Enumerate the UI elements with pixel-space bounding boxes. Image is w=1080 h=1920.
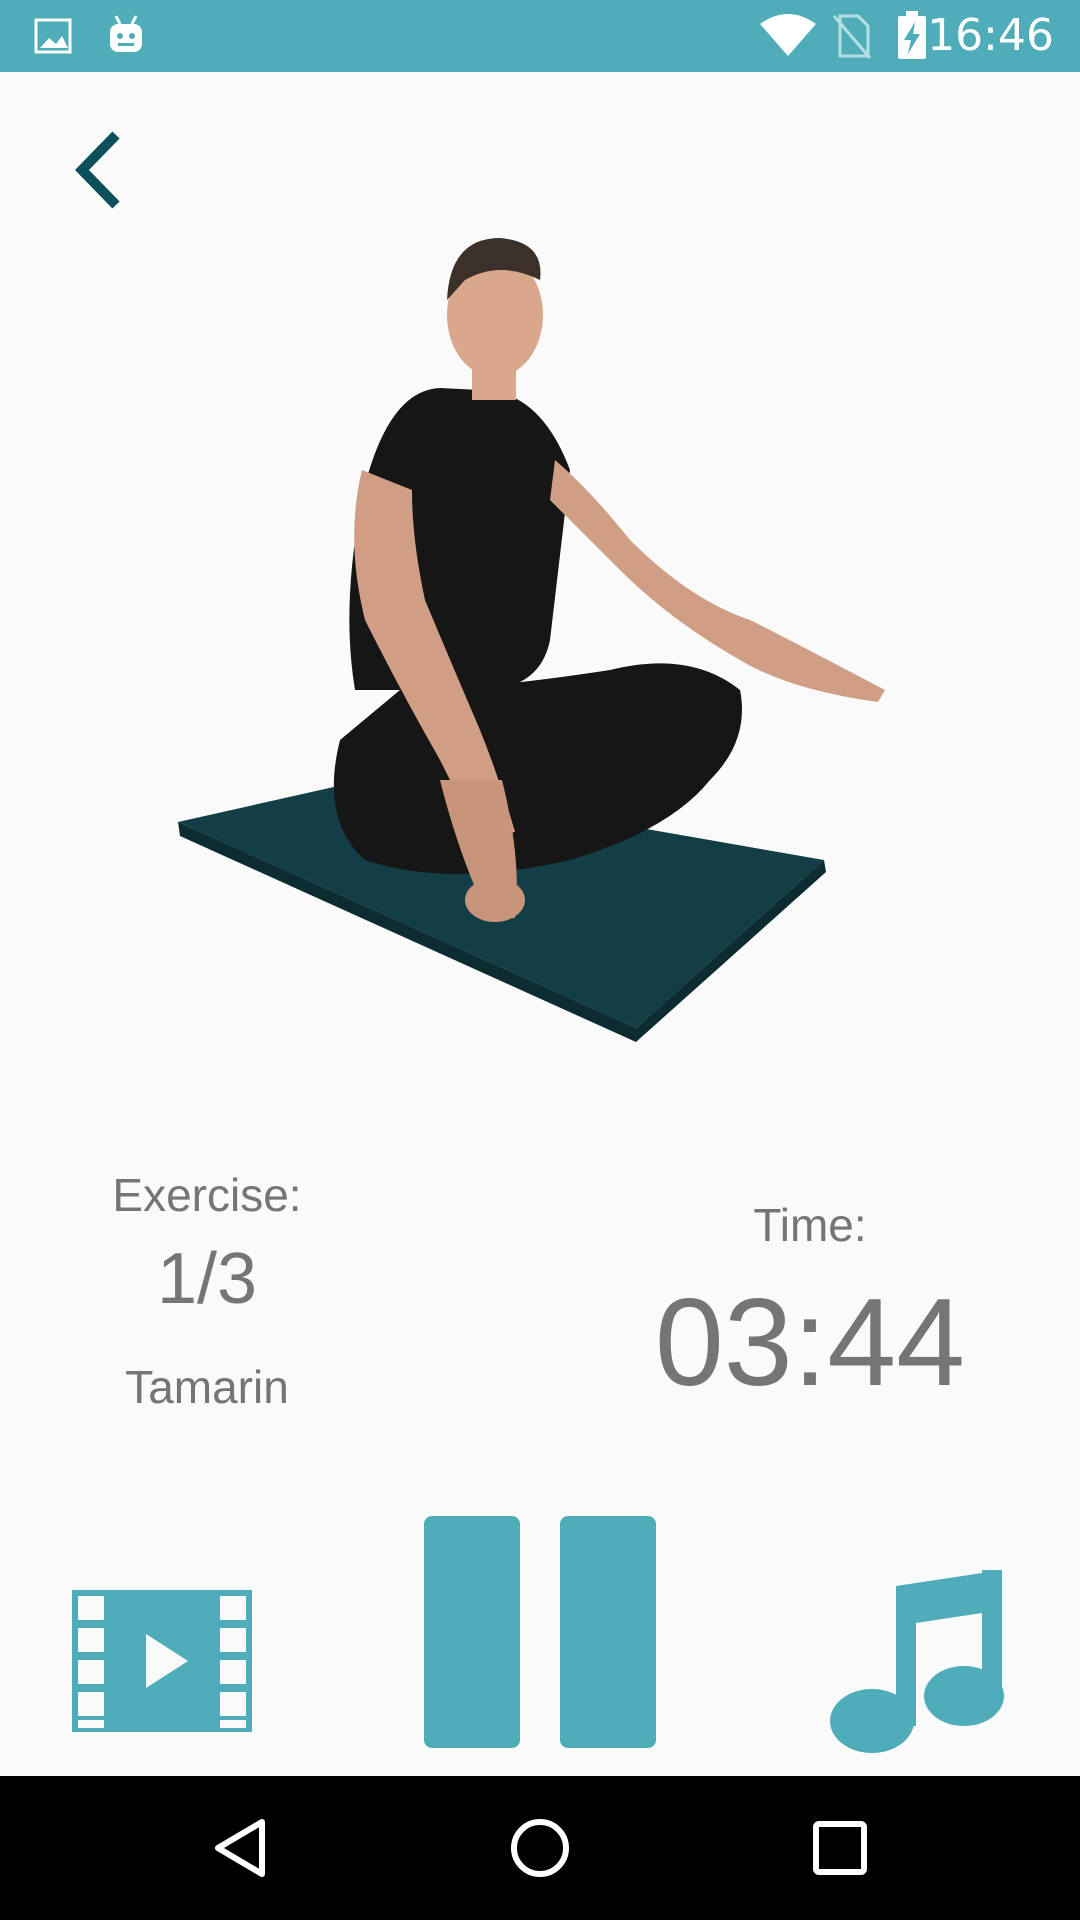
- pause-icon: [424, 1516, 656, 1748]
- navigation-bar: [0, 1776, 1080, 1920]
- status-bar: 16:46: [0, 0, 1080, 72]
- exercise-label: Exercise:: [112, 1169, 302, 1221]
- back-triangle-icon: [215, 1819, 265, 1877]
- video-button[interactable]: [70, 1588, 254, 1734]
- nav-back-button[interactable]: [160, 1776, 320, 1920]
- exercise-name: Tamarin: [125, 1361, 289, 1413]
- video-play-icon: [72, 1590, 252, 1732]
- pause-button[interactable]: [420, 1514, 660, 1750]
- time-label: Time:: [753, 1199, 867, 1251]
- nav-recents-button[interactable]: [760, 1776, 920, 1920]
- music-button[interactable]: [830, 1566, 1008, 1754]
- android-notification-icon: [106, 0, 146, 72]
- home-circle-icon: [511, 1819, 569, 1877]
- status-time: 16:46: [927, 10, 1054, 61]
- exercise-image: [150, 220, 910, 1060]
- chevron-left-icon: [75, 131, 120, 209]
- battery-charging-icon: [896, 0, 928, 72]
- nav-home-button[interactable]: [460, 1776, 620, 1920]
- exercise-count: 1/3: [156, 1239, 258, 1319]
- music-note-icon: [830, 1570, 1004, 1753]
- no-sim-icon: [832, 0, 872, 72]
- gallery-notification-icon: [34, 0, 74, 72]
- back-button[interactable]: [60, 125, 140, 215]
- time-value: 03:44: [654, 1274, 966, 1412]
- wifi-icon: [758, 0, 818, 72]
- recents-square-icon: [813, 1821, 867, 1875]
